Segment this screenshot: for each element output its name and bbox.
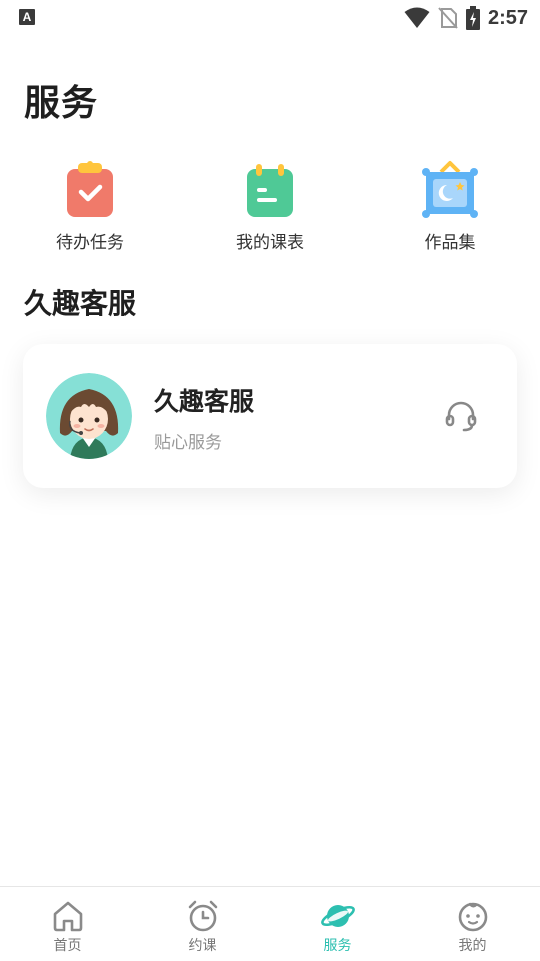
tab-booking[interactable]: 约课 xyxy=(135,887,270,961)
page-title: 服务 xyxy=(24,83,99,124)
tab-service[interactable]: 服务 xyxy=(270,887,405,961)
section-title: 久趣客服 xyxy=(24,287,137,320)
alarm-clock-icon xyxy=(188,900,217,932)
baby-face-icon xyxy=(458,902,487,932)
tab-mine[interactable]: 我的 xyxy=(405,887,540,961)
tab-home[interactable]: 首页 xyxy=(0,887,135,961)
quick-action-label: 我的课表 xyxy=(236,233,304,253)
planet-icon xyxy=(320,905,355,927)
status-bar: A 2:57 xyxy=(0,0,540,36)
tab-label: 我的 xyxy=(458,938,487,954)
notification-icon: A xyxy=(19,9,35,25)
quick-action-portfolio[interactable]: 作品集 xyxy=(380,160,520,253)
quick-action-todo-tasks[interactable]: 待办任务 xyxy=(20,160,160,253)
tab-label: 约课 xyxy=(188,938,217,954)
wifi-icon xyxy=(404,7,430,28)
calendar-icon xyxy=(247,164,293,217)
service-name: 久趣客服 xyxy=(154,387,255,416)
picture-frame-icon xyxy=(422,161,478,218)
quick-action-label: 待办任务 xyxy=(56,233,124,253)
tab-label: 首页 xyxy=(53,938,82,954)
bottom-tab-bar: 首页 约课 服务 我的 xyxy=(0,886,540,961)
customer-service-card[interactable]: 久趣客服 贴心服务 xyxy=(23,344,517,488)
home-icon xyxy=(53,901,82,932)
clipboard-check-icon xyxy=(67,161,113,217)
no-sim-icon xyxy=(438,7,458,29)
service-subtitle: 贴心服务 xyxy=(154,433,222,453)
quick-action-my-schedule[interactable]: 我的课表 xyxy=(200,160,340,253)
tab-label: 服务 xyxy=(323,938,352,954)
headset-icon[interactable] xyxy=(444,400,478,434)
avatar xyxy=(46,373,132,459)
quick-actions: 待办任务 我的课表 作品集 xyxy=(0,160,540,260)
quick-action-label: 作品集 xyxy=(424,233,476,253)
battery-charging-icon xyxy=(465,6,480,30)
clock-time: 2:57 xyxy=(487,6,528,29)
